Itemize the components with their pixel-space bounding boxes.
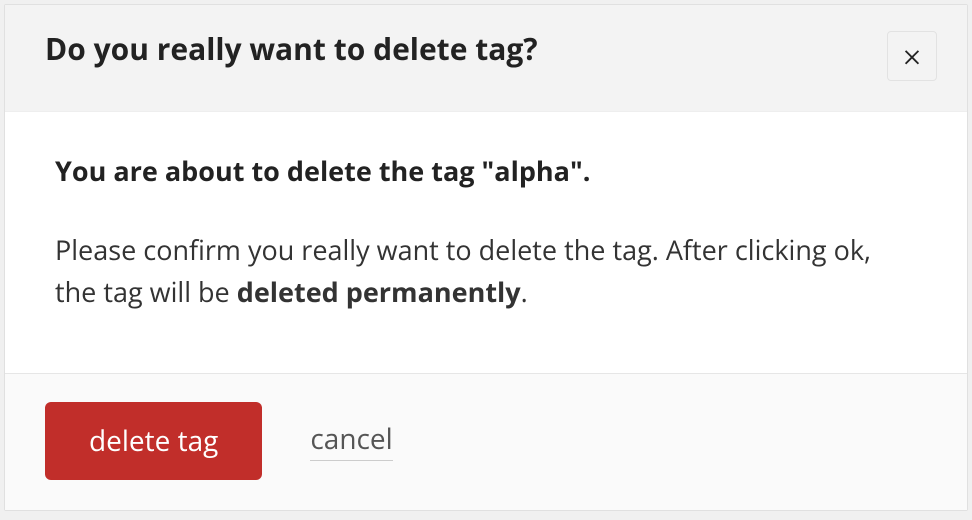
close-button[interactable]	[887, 31, 937, 81]
cancel-button[interactable]: cancel	[310, 420, 392, 461]
confirm-delete-modal: Do you really want to delete tag? You ar…	[4, 4, 968, 511]
modal-body: You are about to delete the tag "alpha".…	[5, 112, 967, 373]
modal-body-strong: You are about to delete the tag "alpha".	[55, 152, 917, 189]
modal-header: Do you really want to delete tag?	[5, 5, 967, 112]
modal-footer: delete tag cancel	[5, 373, 967, 510]
close-icon	[901, 45, 923, 67]
delete-tag-button[interactable]: delete tag	[45, 402, 262, 480]
modal-title: Do you really want to delete tag?	[45, 31, 538, 67]
body-text-suffix: .	[521, 273, 528, 310]
modal-body-text: Please confirm you really want to delete…	[55, 229, 917, 313]
body-text-emph: deleted permanently	[237, 273, 521, 310]
